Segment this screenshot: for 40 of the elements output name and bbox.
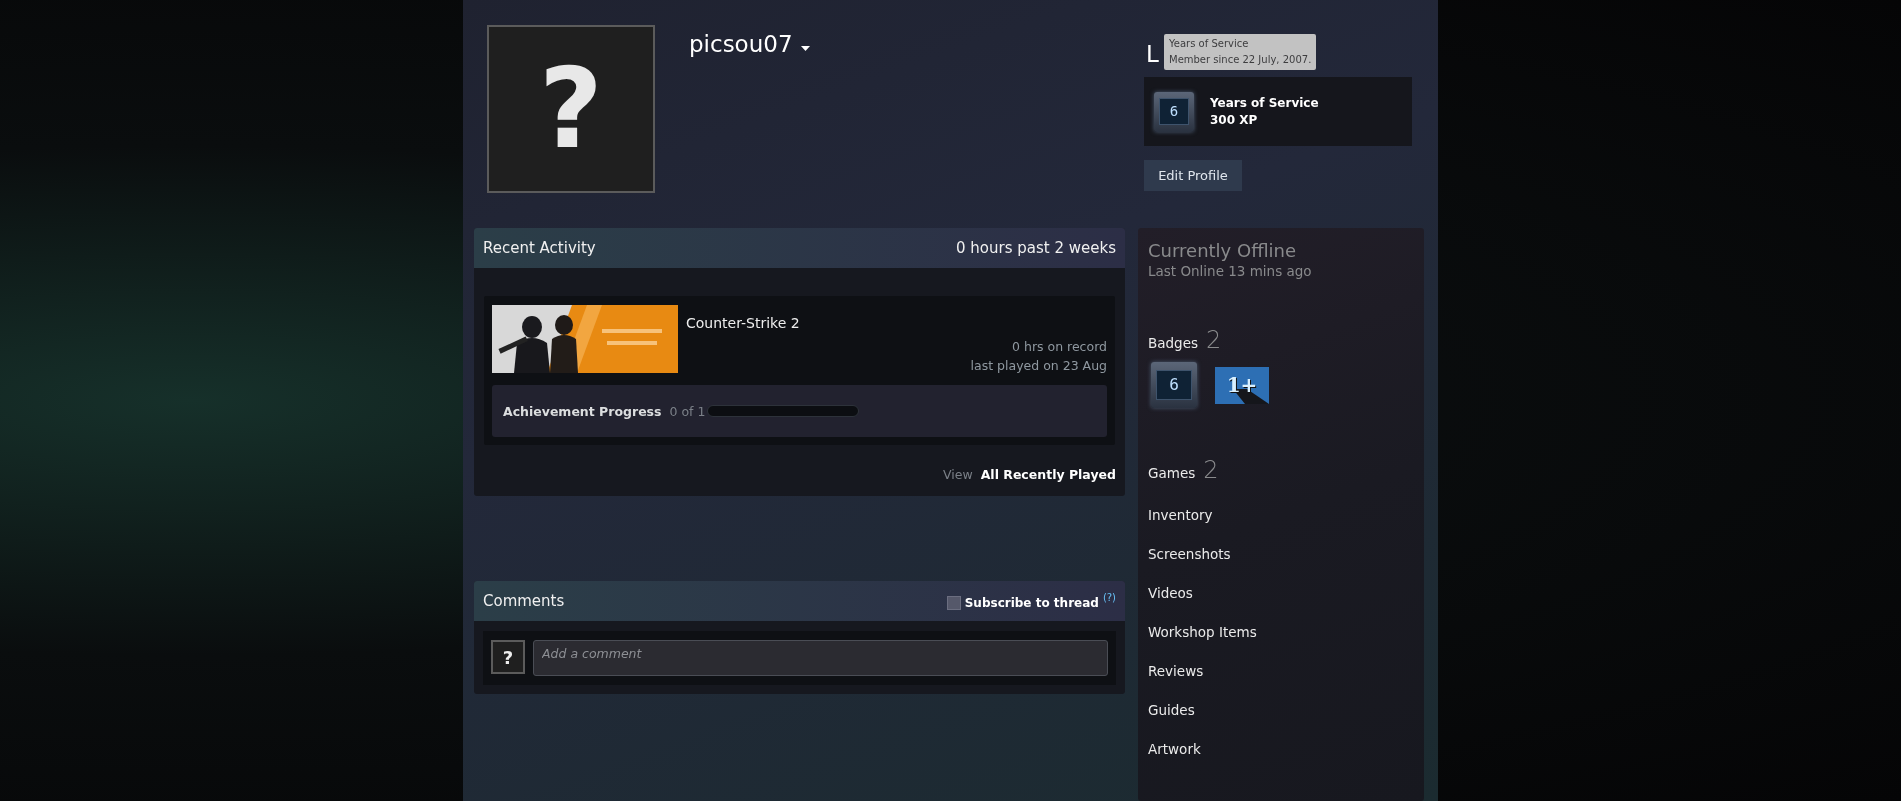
view-label: View: [943, 467, 973, 482]
panel-title: Comments: [483, 592, 565, 610]
sidebar-link[interactable]: Artwork: [1148, 741, 1257, 757]
game-name[interactable]: Counter-Strike 2: [686, 315, 800, 331]
level-label: L: [1146, 41, 1159, 67]
sidebar-link[interactable]: Inventory: [1148, 507, 1257, 523]
status-text: Currently Offline: [1148, 240, 1297, 261]
badge-name: Years of Service: [1210, 94, 1319, 112]
featured-badge-card[interactable]: 6 Years of Service 300 XP: [1144, 77, 1412, 146]
sidebar-link[interactable]: Screenshots: [1148, 546, 1257, 562]
achievement-count: 0 of 1: [669, 403, 706, 419]
avatar: ?: [487, 25, 655, 193]
hours-on-record: 0 hrs on record: [1012, 338, 1107, 356]
comment-field[interactable]: Add a comment: [533, 640, 1108, 676]
hours-summary: 0 hours past 2 weeks: [956, 239, 1116, 257]
help-link[interactable]: (?): [1102, 592, 1116, 603]
sidebar-link[interactable]: Badges: [1148, 335, 1198, 351]
badge[interactable]: 1+: [1215, 366, 1269, 404]
achievement-label: Achievement Progress: [503, 403, 662, 419]
sidebar-link[interactable]: Games: [1148, 465, 1196, 481]
link-count: 2: [1203, 456, 1219, 484]
sidebar-link[interactable]: Guides: [1148, 702, 1257, 718]
years-badge[interactable]: 6: [1151, 362, 1197, 408]
last-played: last played on 23 Aug: [970, 357, 1107, 375]
badge-count: 2: [1206, 326, 1222, 354]
years-badge: 6: [1154, 91, 1194, 132]
all-recently-played-link[interactable]: All Recently Played: [980, 467, 1116, 482]
profile-name[interactable]: picsou07: [689, 31, 793, 57]
sidebar-link[interactable]: Videos: [1148, 585, 1257, 601]
badge-xp: 300 XP: [1210, 111, 1259, 129]
tooltip-title: Years of Service: [1169, 37, 1250, 51]
panel-title: Recent Activity: [483, 239, 596, 257]
last-online-text: Last Online 13 mins ago: [1148, 263, 1312, 279]
avatar: ?: [491, 640, 525, 674]
sidebar-link[interactable]: Reviews: [1148, 663, 1257, 679]
subscribe-checkbox[interactable]: Subscribe to thread: [946, 596, 1099, 610]
caret-icon[interactable]: [800, 46, 810, 51]
edit-profile-button[interactable]: Edit Profile: [1144, 160, 1242, 191]
tooltip-text: Member since 22 July, 2007.: [1169, 53, 1312, 67]
sidebar-link[interactable]: Workshop Items: [1148, 624, 1257, 640]
